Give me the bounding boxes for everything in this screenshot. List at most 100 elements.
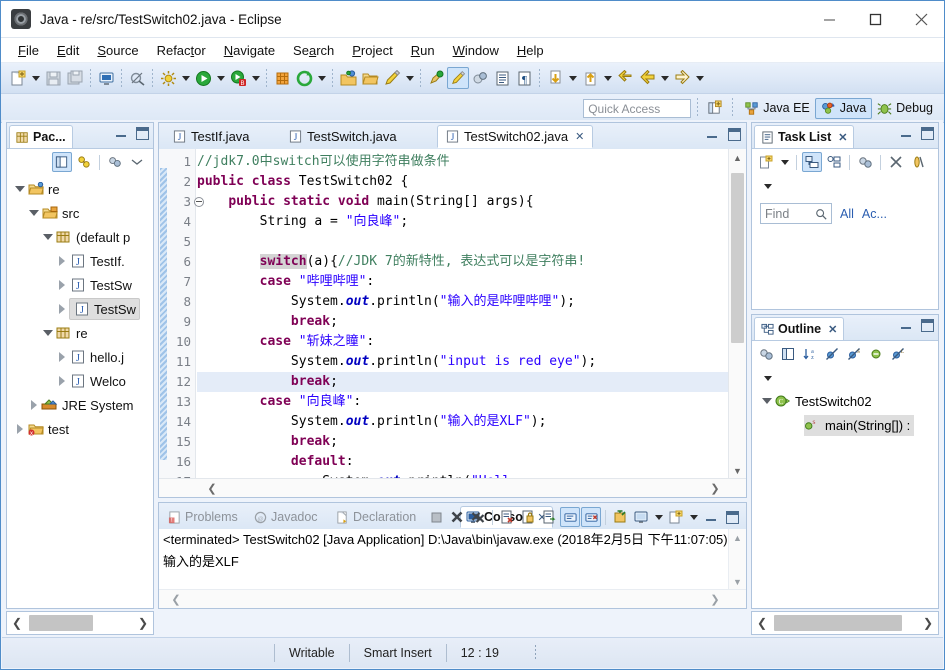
run-dropdown-arrow[interactable] [214,67,227,89]
chevron-right-icon[interactable] [55,254,69,268]
debug-icon[interactable]: B [227,67,249,89]
minimize-icon[interactable] [900,127,913,140]
left-arrow-icon[interactable]: ❮ [167,590,185,608]
tree-item-welcome-java[interactable]: J Welco [7,369,153,393]
tree-item-package-re[interactable]: re [7,321,153,345]
task-filter-activate[interactable]: Ac... [862,207,887,221]
tree-item-selected[interactable]: J TestSw [69,298,140,320]
left-arrow-icon[interactable]: ❮ [7,612,27,634]
perspective-java-ee[interactable]: Java EE [739,98,815,119]
back-dropdown-arrow[interactable] [658,67,671,89]
view-menu-icon[interactable] [127,152,147,172]
chevron-right-icon[interactable] [13,422,27,436]
coverage-dropdown-arrow[interactable] [315,67,328,89]
source-code-text[interactable]: //jdk7.0中switch可以使用字符串做条件 public class Te… [197,149,728,479]
open-console-dropdown-arrow[interactable] [687,506,700,528]
categorized-presentation-icon[interactable] [802,152,822,172]
quick-access-input[interactable]: Quick Access [583,98,692,118]
chevron-right-icon[interactable] [27,398,41,412]
menu-search[interactable]: Search [284,41,343,60]
focus-on-active-task-icon[interactable] [756,344,776,364]
forward-dropdown-arrow[interactable] [693,67,706,89]
chevron-right-icon[interactable] [55,278,69,292]
task-list-tab[interactable]: Task List ✕ [754,125,855,148]
maximize-icon[interactable] [921,127,934,140]
terminate-icon[interactable] [426,507,446,527]
menu-project[interactable]: Project [343,41,401,60]
new-class-icon[interactable] [381,67,403,89]
collapse-all-icon[interactable] [886,152,906,172]
chevron-down-icon[interactable] [41,230,55,244]
paragraph-icon[interactable]: ¶ [513,67,535,89]
focus-on-active-task-icon[interactable] [74,152,94,172]
scrollbar-thumb[interactable] [731,173,744,343]
console-hscrollbar[interactable]: ❮ ❯ [159,589,746,608]
maximize-icon[interactable] [136,127,149,140]
show-console-on-error-icon[interactable] [581,507,601,527]
package-explorer-tab[interactable]: Pac... [9,125,73,148]
synchronize-changed-icon[interactable] [908,152,928,172]
hide-fields-icon[interactable] [822,344,842,364]
hide-non-public-icon[interactable] [866,344,886,364]
minimize-icon[interactable] [706,128,719,141]
console-output-area[interactable]: <terminated> TestSwitch02 [Java Applicat… [159,529,746,608]
chevron-down-icon[interactable] [760,394,774,408]
pin-console-icon[interactable] [610,507,630,527]
task-find-input[interactable]: Find [760,203,832,224]
new-dropdown-arrow[interactable] [29,67,42,89]
menu-edit[interactable]: Edit [48,41,88,60]
editor-hscrollbar[interactable]: ❮ ❯ [159,478,746,497]
tree-item-testif-java[interactable]: J TestIf. [7,249,153,273]
tree-item-hello-java[interactable]: J hello.j [7,345,153,369]
outline-tab[interactable]: Outline ✕ [754,317,845,340]
link-with-editor-icon[interactable] [52,152,72,172]
view-menu-icon[interactable] [758,175,778,197]
menu-file[interactable]: File [9,41,48,60]
word-wrap-icon[interactable] [539,507,559,527]
close-icon[interactable]: ✕ [575,130,584,143]
tree-item-project-re[interactable]: re [7,177,153,201]
scheduled-presentation-icon[interactable] [824,152,844,172]
build-icon[interactable] [157,67,179,89]
tab-problems[interactable]: ! Problems [163,506,243,528]
back-icon[interactable] [636,67,658,89]
new-class-dropdown-arrow[interactable] [403,67,416,89]
minimize-icon[interactable] [701,507,721,527]
task-filter-all[interactable]: All [840,207,854,221]
tree-item-default-package[interactable]: (default p [7,225,153,249]
perspective-java[interactable]: Java [814,97,873,119]
tree-item-testswitch-java[interactable]: J TestSw [7,273,153,297]
close-icon[interactable] [898,1,944,37]
search-icon[interactable] [425,67,447,89]
scrollbar-thumb[interactable] [29,615,93,631]
left-arrow-icon[interactable]: ❮ [752,612,772,634]
menu-window[interactable]: Window [444,41,508,60]
minimize-icon[interactable] [900,319,913,332]
perspective-debug[interactable]: Debug [872,98,938,119]
menu-navigate[interactable]: Navigate [215,41,284,60]
view-menu-icon[interactable] [758,367,778,389]
tree-item-src[interactable]: src [7,201,153,225]
previous-annotation-icon[interactable] [579,67,601,89]
scroll-up-arrow-icon[interactable]: ▲ [729,529,746,546]
minimize-icon[interactable] [806,1,852,37]
last-edit-icon[interactable] [614,67,636,89]
right-arrow-icon[interactable]: ❯ [706,479,724,497]
chevron-right-icon[interactable] [55,350,69,364]
close-icon[interactable]: ✕ [828,323,837,336]
collapse-all-icon[interactable] [105,152,125,172]
new-task-dropdown-arrow[interactable] [778,151,791,173]
outline-hscrollbar[interactable]: ❮ ❯ [751,611,939,635]
right-arrow-icon[interactable]: ❯ [706,590,724,608]
left-arrow-icon[interactable]: ❮ [203,479,221,497]
build-dropdown-arrow[interactable] [179,67,192,89]
scroll-down-arrow-icon[interactable]: ▼ [729,462,746,479]
outline-item-method[interactable]: S main(String[]) : [752,413,938,437]
editor-tab-testswitch02[interactable]: J TestSwitch02.java ✕ [437,125,594,148]
chevron-right-icon[interactable] [55,374,69,388]
focus-on-workweek-icon[interactable] [855,152,875,172]
open-console-icon[interactable] [666,507,686,527]
editor-tab-testif[interactable]: J TestIf.java [165,125,258,148]
hide-local-types-icon[interactable]: L [888,344,908,364]
run-icon[interactable] [192,67,214,89]
